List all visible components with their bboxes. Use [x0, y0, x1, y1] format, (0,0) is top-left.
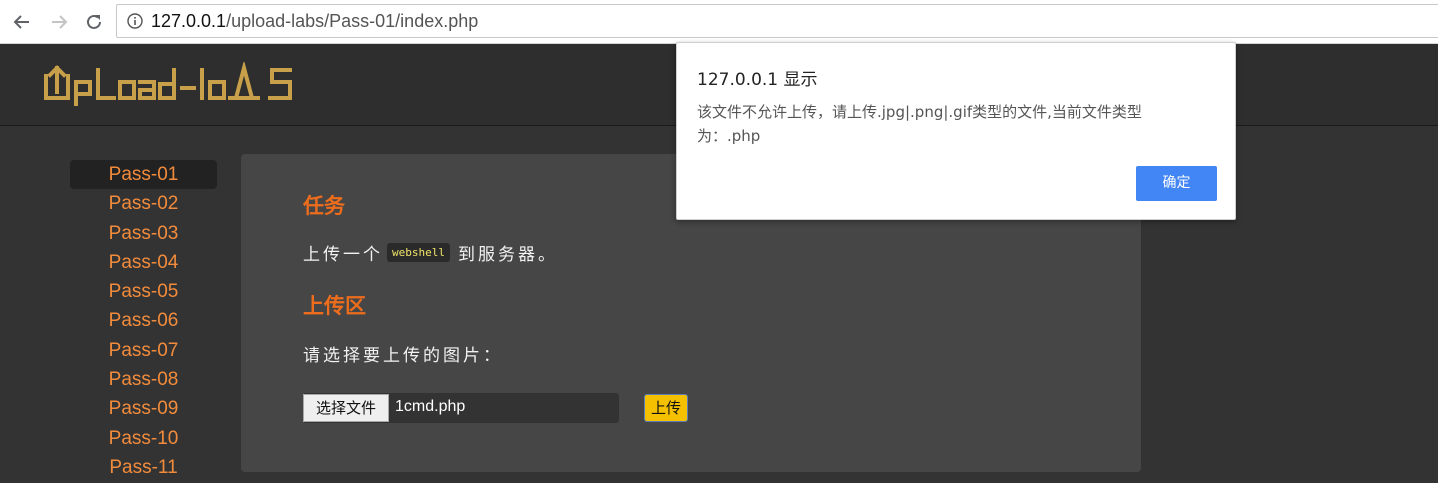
forward-button[interactable]: [47, 10, 71, 34]
sidebar-item-pass-02[interactable]: Pass-02: [70, 189, 217, 218]
sidebar-item-pass-01[interactable]: Pass-01: [70, 160, 217, 190]
upload-prompt: 请选择要上传的图片：: [303, 346, 503, 366]
sidebar-item-pass-08[interactable]: Pass-08: [70, 365, 217, 394]
task-prefix: 上传一个: [303, 245, 383, 265]
browser-toolbar: 127.0.0.1/upload-labs/Pass-01/index.php: [0, 0, 1438, 44]
sidebar-item-pass-04[interactable]: Pass-04: [70, 248, 217, 277]
alert-dialog: 127.0.0.1 显示 该文件不允许上传，请上传.jpg|.png|.gif类…: [676, 42, 1236, 220]
ok-button[interactable]: 确定: [1136, 166, 1217, 201]
webshell-code: webshell: [387, 243, 450, 262]
url-path: /upload-labs/Pass-01/index.php: [226, 11, 479, 31]
address-bar[interactable]: 127.0.0.1/upload-labs/Pass-01/index.php: [116, 4, 1438, 38]
task-suffix: 到服务器。: [457, 245, 558, 265]
reload-icon: [87, 14, 101, 29]
sidebar-item-pass-10[interactable]: Pass-10: [70, 424, 217, 453]
sidebar-item-pass-06[interactable]: Pass-06: [70, 306, 217, 335]
pass-sidebar: Pass-01 Pass-02 Pass-03 Pass-04 Pass-05 …: [70, 160, 217, 482]
url-host: 127.0.0.1: [151, 11, 227, 31]
sidebar-item-pass-09[interactable]: Pass-09: [70, 394, 217, 423]
sidebar-item-pass-07[interactable]: Pass-07: [70, 336, 217, 365]
task-description: 上传一个 webshell 到服务器。: [303, 240, 558, 265]
file-input[interactable]: 选择文件 1cmd.php: [303, 393, 619, 423]
choose-file-button[interactable]: 选择文件: [303, 394, 389, 422]
arrow-left-icon: [13, 15, 29, 29]
url-text[interactable]: 127.0.0.1/upload-labs/Pass-01/index.php: [151, 10, 478, 32]
reload-button[interactable]: [82, 10, 106, 34]
upload-labs-logo[interactable]: [40, 62, 330, 106]
task-heading: 任务: [303, 194, 345, 218]
selected-file-name: 1cmd.php: [395, 398, 466, 415]
dialog-message: 该文件不允许上传，请上传.jpg|.png|.gif类型的文件,当前文件类型为：…: [697, 103, 1142, 145]
dialog-title: 127.0.0.1 显示: [697, 70, 818, 90]
sidebar-item-pass-05[interactable]: Pass-05: [70, 277, 217, 306]
sidebar-item-pass-11[interactable]: Pass-11: [70, 453, 217, 482]
upload-button[interactable]: 上传: [644, 394, 688, 422]
arrow-right-icon: [52, 15, 68, 29]
sidebar-item-pass-03[interactable]: Pass-03: [70, 219, 217, 248]
info-icon[interactable]: [127, 13, 143, 29]
upload-heading: 上传区: [303, 294, 366, 318]
back-button[interactable]: [10, 10, 34, 34]
